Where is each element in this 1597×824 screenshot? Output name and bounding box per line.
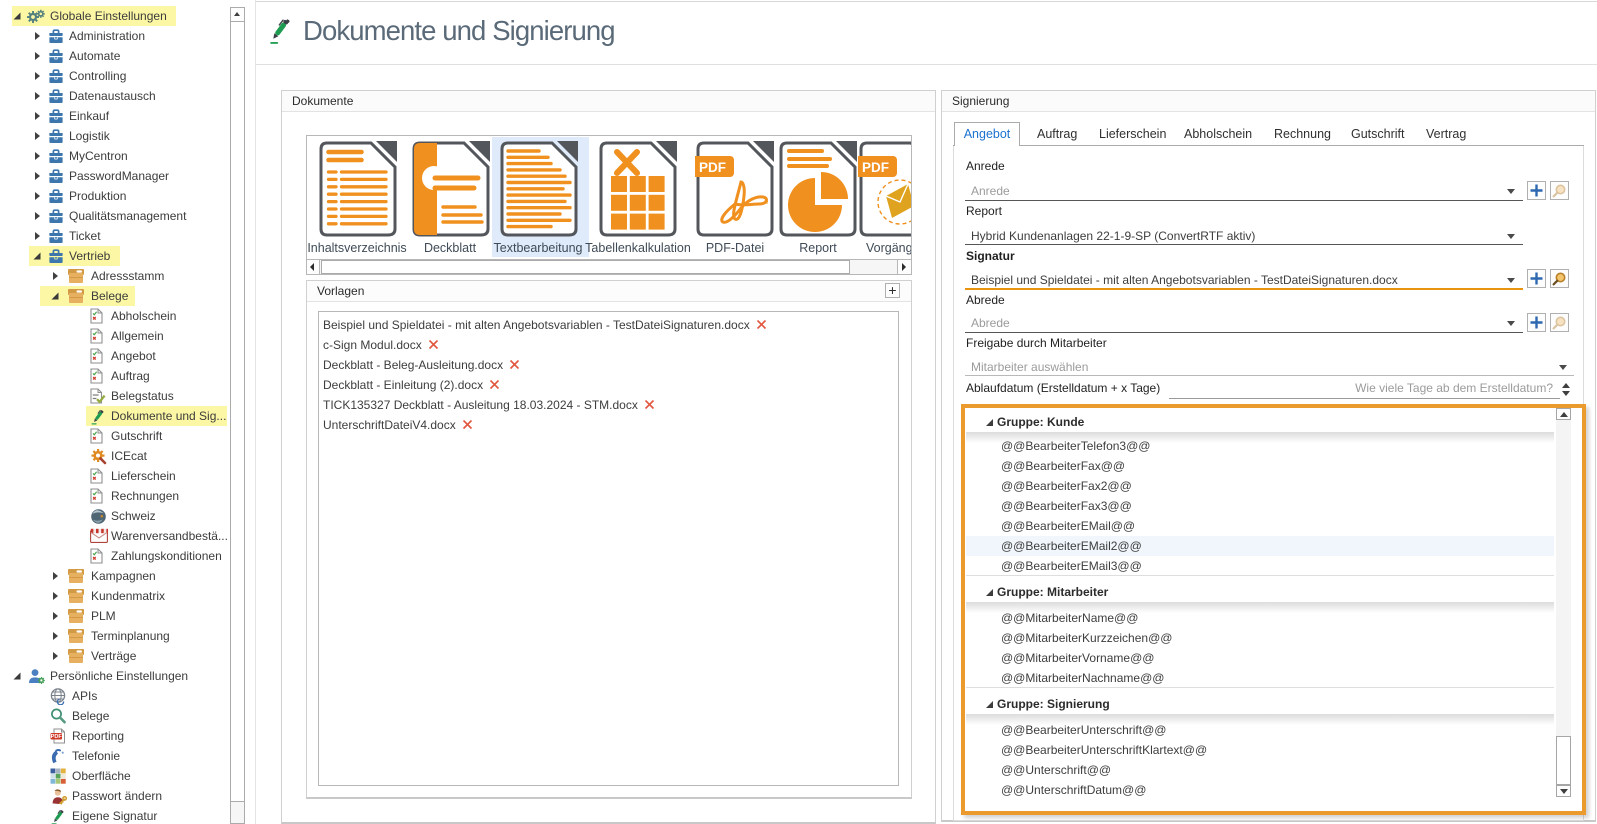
svg-text:PDF: PDF	[51, 734, 63, 740]
svg-text:PDF: PDF	[699, 160, 726, 175]
svg-text:PDF: PDF	[862, 160, 889, 175]
